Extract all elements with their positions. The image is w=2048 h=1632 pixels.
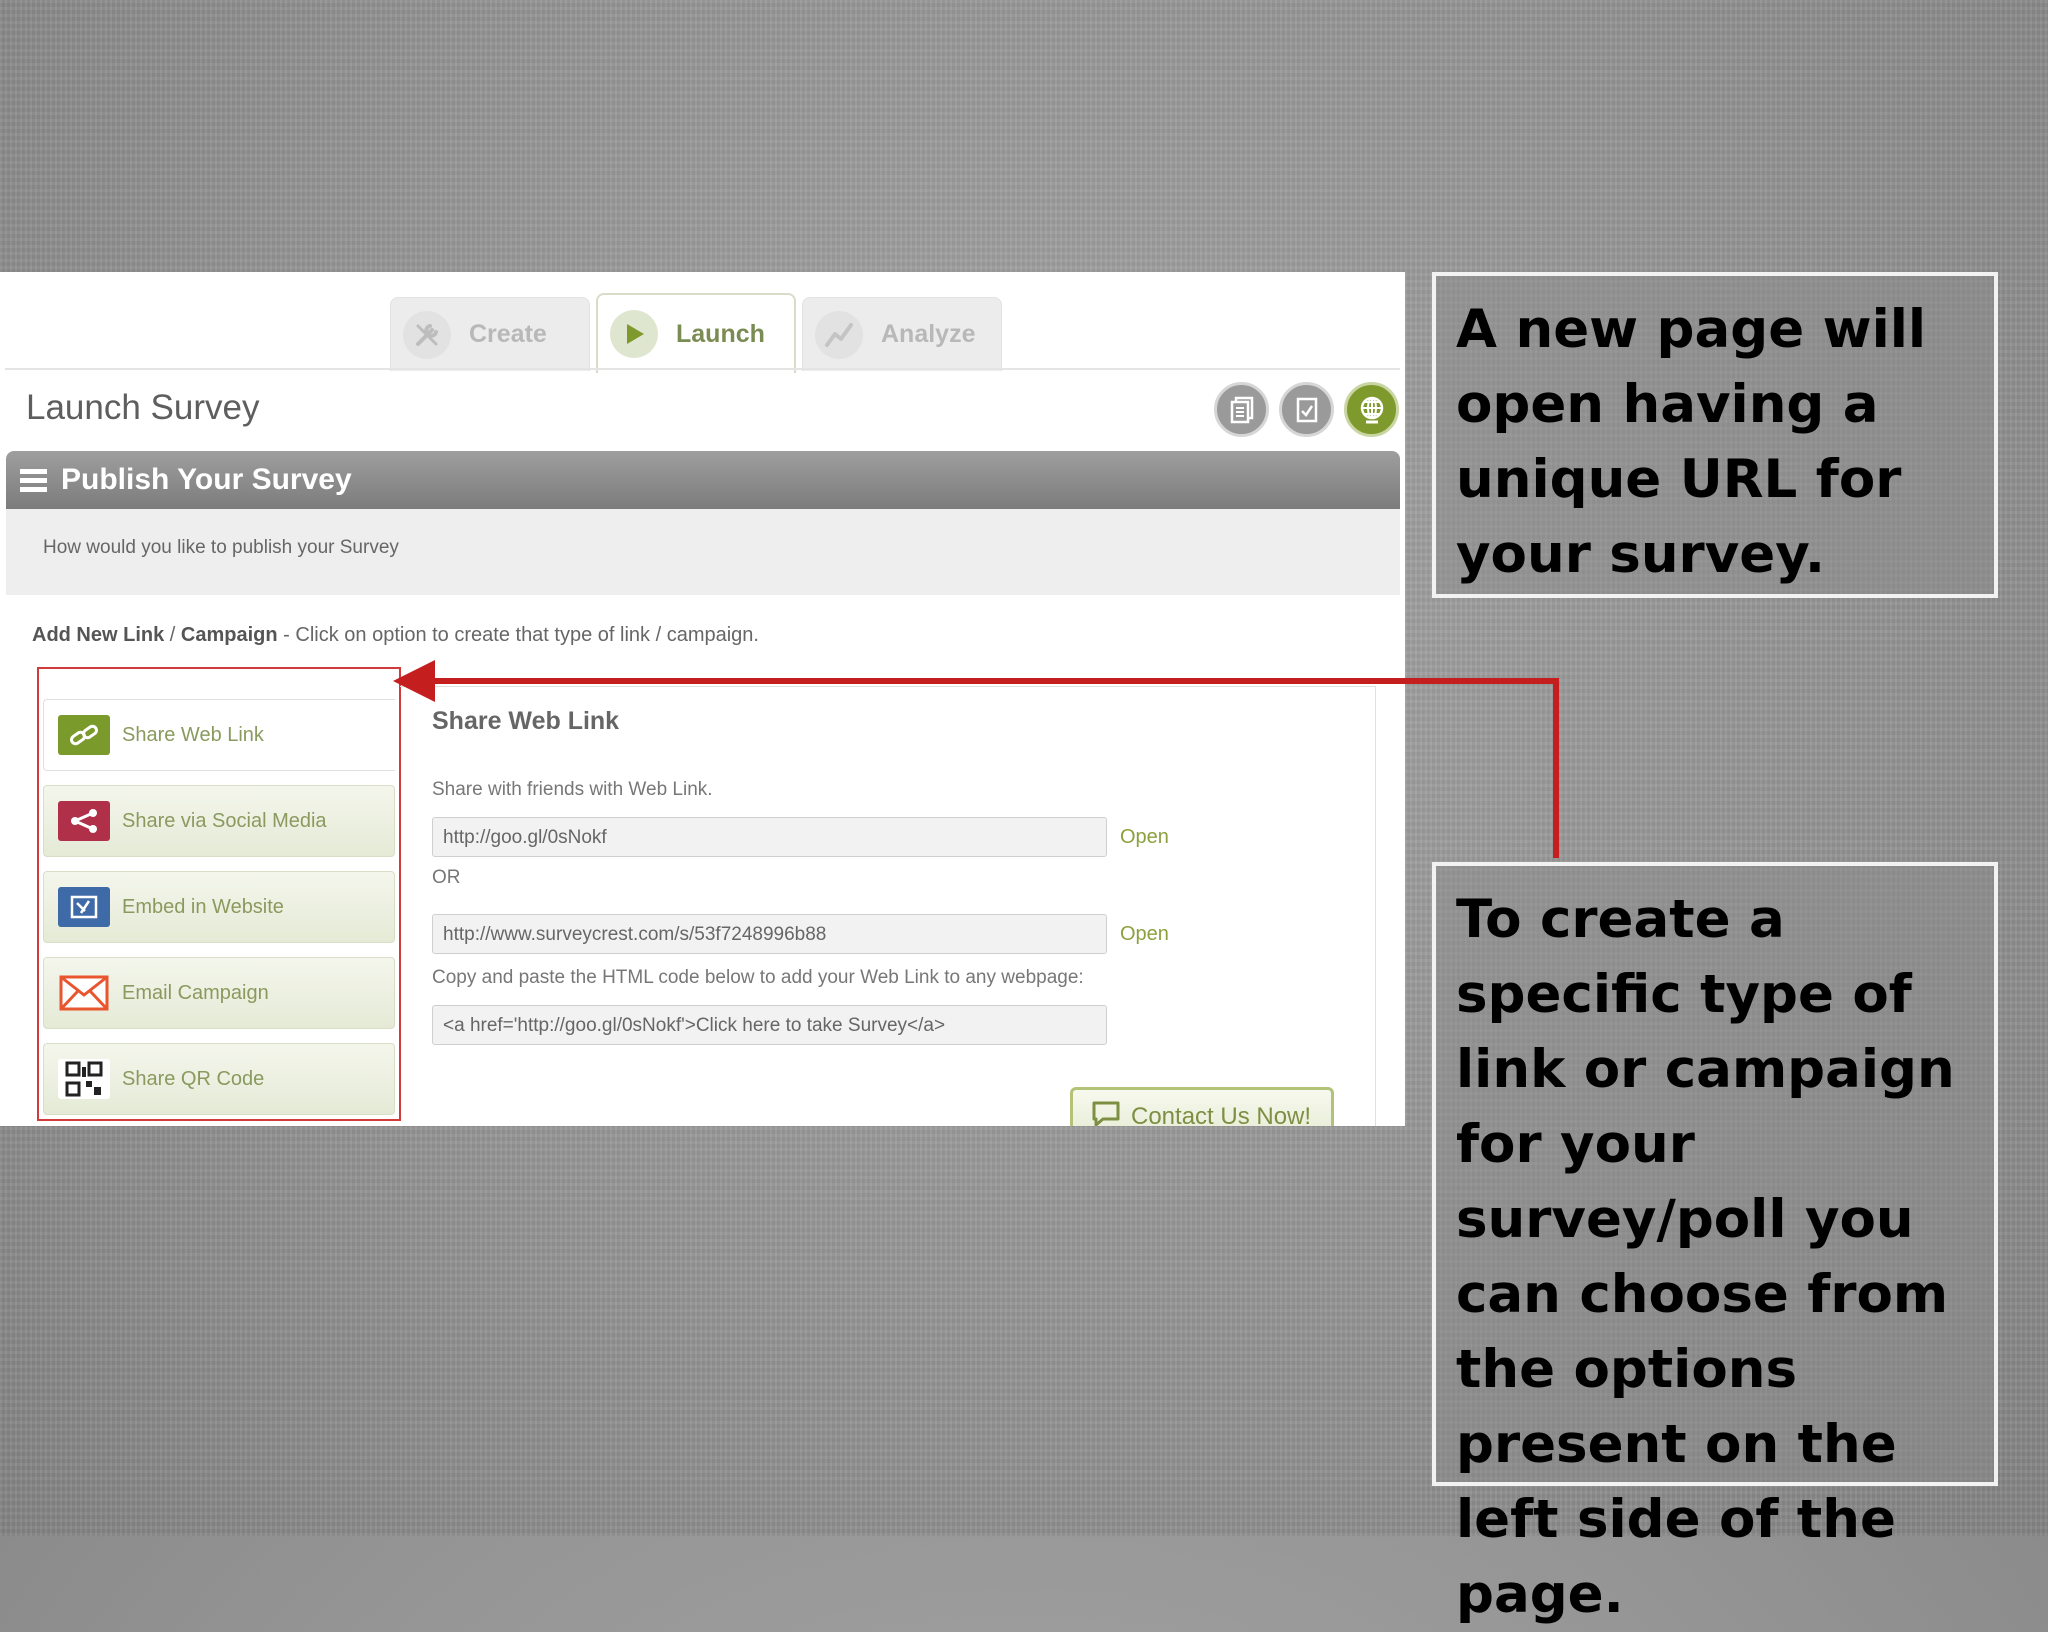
envelope-icon — [58, 973, 110, 1013]
publish-subtitle: How would you like to publish your Surve… — [6, 509, 1400, 595]
tab-analyze[interactable]: Analyze — [802, 297, 1002, 371]
menu-label: Share via Social Media — [122, 809, 327, 832]
link-icon — [58, 715, 110, 755]
contact-label: Contact Us Now! — [1131, 1103, 1312, 1126]
menu-email-campaign[interactable]: Email Campaign — [43, 957, 395, 1029]
panel-title: Share Web Link — [432, 707, 620, 735]
embed-code-field[interactable]: <a href='http://goo.gl/0sNokf'>Click her… — [432, 1005, 1107, 1045]
tab-launch[interactable]: Launch — [596, 293, 796, 373]
menu-embed-website[interactable]: Embed in Website — [43, 871, 395, 943]
menu-label: Email Campaign — [122, 981, 269, 1004]
checklist-icon[interactable] — [1279, 382, 1334, 437]
menu-share-qr[interactable]: Share QR Code — [43, 1043, 395, 1115]
app-screenshot: Create Launch Analyze Launch Survey Publ… — [0, 272, 1405, 1126]
callout-bottom: To create a specific type of link or cam… — [1432, 862, 1998, 1625]
top-toolbar — [1214, 382, 1399, 437]
short-url-field[interactable]: http://goo.gl/0sNokf — [432, 817, 1107, 857]
page-title: Launch Survey — [26, 388, 260, 427]
qr-code-icon — [58, 1059, 110, 1099]
callout-arrow-vertical — [1553, 678, 1559, 858]
tab-analyze-label: Analyze — [881, 320, 976, 348]
callout-arrow-horizontal — [420, 678, 1559, 684]
add-link-instruction: Add New Link / Campaign - Click on optio… — [32, 624, 759, 647]
menu-lines-icon — [20, 465, 47, 496]
campaign-label: Campaign — [180, 624, 278, 646]
add-new-link-label: Add New Link — [32, 624, 165, 646]
arrow-head-icon — [393, 660, 435, 702]
tab-divider — [5, 368, 1400, 370]
menu-label: Share QR Code — [122, 1067, 265, 1090]
copy-icon[interactable] — [1214, 382, 1269, 437]
instruction-text: - Click on option to create that type of… — [283, 624, 759, 646]
callout-top: A new page will open having a unique URL… — [1432, 272, 1998, 598]
chart-line-icon — [815, 310, 863, 359]
open-short-url-link[interactable]: Open — [1120, 826, 1169, 849]
tab-launch-label: Launch — [676, 319, 765, 348]
share-web-link-panel: Share Web Link Share with friends with W… — [400, 686, 1376, 1126]
menu-label: Embed in Website — [122, 895, 284, 918]
menu-share-social[interactable]: Share via Social Media — [43, 785, 395, 857]
open-long-url-link[interactable]: Open — [1120, 923, 1169, 946]
embed-icon — [58, 887, 110, 927]
embed-instruction: Copy and paste the HTML code below to ad… — [432, 967, 1084, 988]
separator: / — [169, 624, 176, 646]
tools-icon — [403, 310, 451, 359]
menu-share-web-link[interactable]: Share Web Link — [43, 699, 395, 771]
long-url-field[interactable]: http://www.surveycrest.com/s/53f7248996b… — [432, 914, 1107, 954]
globe-icon[interactable] — [1344, 382, 1399, 437]
or-label: OR — [432, 867, 461, 888]
chat-bubble-icon — [1091, 1100, 1121, 1126]
publish-header: Publish Your Survey — [6, 451, 1400, 509]
share-icon — [58, 801, 110, 841]
tab-create[interactable]: Create — [390, 297, 590, 371]
contact-us-button[interactable]: Contact Us Now! — [1070, 1087, 1334, 1126]
play-icon — [610, 310, 658, 358]
menu-label: Share Web Link — [122, 723, 264, 746]
workflow-tabs: Create Launch Analyze — [390, 293, 1002, 373]
share-text: Share with friends with Web Link. — [432, 779, 713, 800]
link-options-menu: Share Web Link Share via Social Media Em… — [37, 667, 401, 1121]
publish-title: Publish Your Survey — [61, 463, 352, 496]
tab-create-label: Create — [469, 320, 547, 348]
